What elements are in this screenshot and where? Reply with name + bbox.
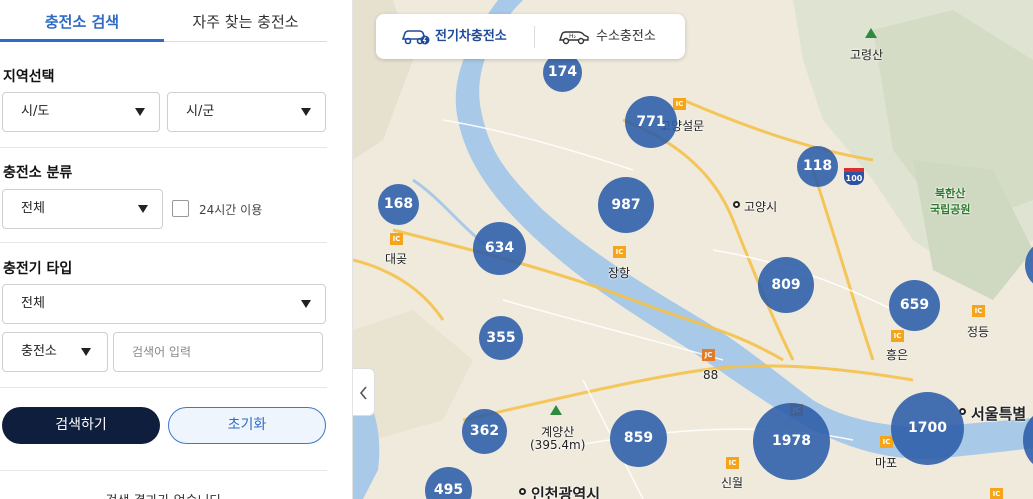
ic-marker-icon: IC — [880, 436, 893, 448]
cluster-count: 1978 — [772, 433, 811, 449]
place-label-daegot: 대곶 — [385, 252, 408, 266]
keyword-input[interactable] — [113, 332, 323, 372]
empty-results-message: 검색 결과가 없습니다 — [0, 490, 327, 499]
charger-type-select[interactable]: 전체 — [2, 284, 326, 324]
cluster-count: 987 — [611, 197, 641, 213]
divider — [0, 387, 327, 388]
place-label-incheon: 인천광역시 — [531, 485, 601, 499]
dropdown-arrow-icon — [138, 205, 148, 213]
hydrogen-car-icon: H₂ — [559, 31, 589, 45]
cluster-count: 168 — [383, 196, 414, 212]
mountain-icon — [550, 405, 562, 415]
dropdown-arrow-icon — [81, 348, 91, 356]
mountain-icon — [865, 28, 877, 38]
reset-button[interactable]: 초기화 — [168, 407, 326, 444]
sido-select-label: 시/도 — [21, 104, 50, 119]
tab-station-search[interactable]: 충전소 검색 — [0, 0, 164, 42]
place-label-road88: 88 — [703, 368, 719, 382]
cluster-count: 362 — [469, 423, 500, 439]
charger-type-section-title: 충전기 타입 — [3, 261, 73, 277]
map-view[interactable]: 전기차충전소 H₂ 수소충전소 고령산 IC 고양설문 100 고양시 북한산 … — [353, 0, 1033, 499]
tab-favorite-stations[interactable]: 자주 찾는 충전소 — [164, 0, 327, 42]
station-cluster[interactable]: 771 — [625, 96, 677, 148]
divider — [0, 470, 327, 471]
svg-text:H₂: H₂ — [569, 33, 577, 40]
place-label-seoul: 서울특별 — [971, 405, 1027, 423]
dropdown-arrow-icon — [301, 108, 311, 116]
search-scope-select[interactable]: 충전소 — [2, 332, 108, 372]
cluster-count: 174 — [547, 64, 578, 80]
chevron-left-icon — [359, 386, 367, 400]
cluster-count: 634 — [484, 240, 515, 256]
panel-tabs: 충전소 검색 자주 찾는 충전소 — [0, 0, 327, 42]
category-section-title: 충전소 분류 — [3, 165, 73, 181]
station-cluster[interactable]: 1700 — [891, 392, 964, 465]
place-label-goryeongsan: 고령산 — [850, 48, 884, 62]
category-select[interactable]: 전체 — [2, 189, 163, 229]
jc-marker-icon: JC — [702, 349, 715, 361]
cluster-count: 809 — [771, 277, 801, 293]
sido-select[interactable]: 시/도 — [2, 92, 160, 132]
place-label-janghang: 장항 — [608, 266, 631, 280]
highway-shield-icon: 100 — [844, 168, 864, 185]
dropdown-arrow-icon — [301, 300, 311, 308]
divider — [0, 242, 327, 243]
city-dot-icon — [519, 488, 526, 495]
cluster-count: 495 — [433, 482, 464, 498]
ev-car-icon — [401, 30, 430, 45]
sigun-select-label: 시/군 — [186, 104, 215, 119]
station-cluster[interactable]: 168 — [378, 184, 419, 225]
place-label-mapo: 마포 — [875, 456, 898, 470]
search-scope-label: 충전소 — [21, 344, 57, 359]
station-cluster[interactable]: 362 — [462, 409, 507, 454]
place-label-goyangsi: 고양시 — [744, 200, 778, 214]
station-cluster[interactable]: 118 — [797, 146, 838, 187]
toggle-separator — [534, 26, 535, 48]
collapse-panel-button[interactable] — [353, 368, 375, 416]
station-type-toggle: 전기차충전소 H₂ 수소충전소 — [376, 14, 685, 59]
place-label-heungeun: 흥은 — [886, 348, 909, 362]
region-section-title: 지역선택 — [3, 69, 55, 85]
station-cluster[interactable]: 1978 — [753, 403, 830, 480]
dropdown-arrow-icon — [135, 108, 145, 116]
sigun-select[interactable]: 시/군 — [167, 92, 326, 132]
station-cluster[interactable]: 987 — [598, 177, 654, 233]
ic-marker-icon: IC — [972, 305, 985, 317]
ic-marker-icon: IC — [726, 457, 739, 469]
cluster-count: 1700 — [908, 420, 947, 436]
search-button[interactable]: 검색하기 — [2, 407, 160, 444]
station-cluster[interactable]: 355 — [479, 316, 523, 360]
ic-marker-icon: IC — [390, 233, 403, 245]
city-dot-icon — [733, 201, 740, 208]
ic-marker-icon: IC — [673, 98, 686, 110]
place-label-gyeyangsan: 계양산 (395.4m) — [530, 425, 586, 452]
checkbox-box[interactable] — [172, 200, 189, 217]
station-cluster[interactable]: 859 — [610, 410, 667, 467]
station-cluster[interactable]: 659 — [889, 280, 940, 331]
toggle-ev-label: 전기차충전소 — [435, 29, 507, 44]
cluster-count: 659 — [899, 297, 930, 313]
cluster-count: 771 — [636, 114, 666, 130]
place-label-jeongdeung: 정등 — [967, 325, 990, 339]
cluster-count: 859 — [623, 430, 654, 446]
ic-marker-icon: IC — [613, 246, 626, 258]
ic-marker-icon: IC — [990, 488, 1003, 499]
cluster-count: 355 — [486, 330, 516, 346]
toggle-hydrogen-label: 수소충전소 — [596, 29, 656, 44]
ic-marker-icon: IC — [891, 330, 904, 342]
charger-type-select-label: 전체 — [21, 296, 45, 311]
cluster-count: 118 — [802, 158, 833, 174]
place-label-sinwol: 신월 — [721, 476, 744, 490]
place-label-bukhansan: 북한산 국립공원 — [930, 187, 971, 216]
search-panel: 충전소 검색 자주 찾는 충전소 지역선택 시/도 시/군 충전소 분류 전체 … — [0, 0, 353, 499]
station-cluster[interactable]: 809 — [758, 257, 814, 313]
always-open-label: 24시간 이용 — [199, 203, 263, 217]
divider — [0, 147, 327, 148]
station-cluster[interactable]: 634 — [473, 222, 526, 275]
category-select-label: 전체 — [21, 201, 45, 216]
